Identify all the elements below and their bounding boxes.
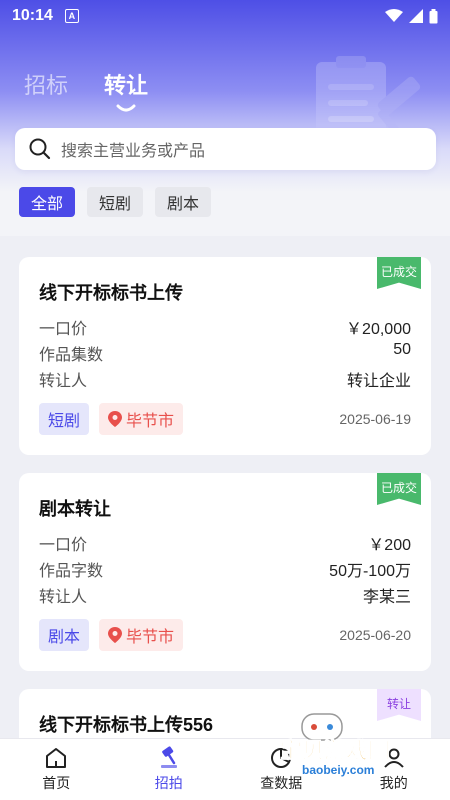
word-count-row: 作品字数 50万-100万 [39, 557, 411, 581]
row-key: 转让人 [39, 373, 88, 390]
search-bar[interactable]: 搜索主营业务或产品 [15, 128, 436, 170]
nav-label: 首页 [42, 775, 71, 791]
type-tag: 短剧 [39, 403, 90, 435]
active-tab-indicator [116, 104, 136, 112]
filter-all[interactable]: 全部 [19, 187, 76, 217]
row-key: 一口价 [39, 537, 88, 554]
location-pin-icon [108, 411, 123, 427]
card-tags: 剧本 毕节市 2025-06-20 [39, 619, 411, 651]
card-date: 2025-06-20 [339, 627, 411, 643]
row-value: ￥20,000 [346, 321, 411, 338]
card-date: 2025-06-19 [339, 411, 411, 427]
status-badge: 已成交 [377, 257, 421, 289]
location-tag: 毕节市 [99, 403, 184, 435]
filter-script[interactable]: 剧本 [155, 187, 212, 217]
row-value: 50万-100万 [329, 563, 411, 580]
card-title: 剧本转让 [39, 499, 111, 519]
watermark-logo: 宝贝游戏网 baobeiy.com [280, 713, 390, 777]
status-time: 10:14 [12, 7, 53, 24]
filter-chips: 全部 短剧 剧本 [19, 187, 212, 217]
row-key: 一口价 [39, 321, 88, 338]
search-icon [29, 138, 51, 160]
price-row: 一口价 ￥20,000 [39, 315, 411, 339]
gavel-icon [160, 746, 177, 768]
location-tag: 毕节市 [99, 619, 184, 651]
row-key: 作品集数 [39, 347, 104, 364]
nav-label: 招拍 [154, 775, 183, 791]
notification-icon: A [64, 9, 79, 23]
transferor-row: 转让人 李某三 [39, 583, 411, 607]
location-pin-icon [108, 627, 123, 643]
wifi-icon [385, 9, 403, 22]
tab-bidding[interactable]: 招标 [24, 68, 68, 110]
price-row: 一口价 ￥200 [39, 531, 411, 555]
tab-label: 招标 [24, 73, 69, 98]
card-tags: 短剧 毕节市 2025-06-19 [39, 403, 411, 435]
home-icon [46, 748, 67, 768]
type-tag: 剧本 [39, 619, 90, 651]
row-value: 50 [393, 341, 411, 358]
nav-auction[interactable]: 招拍 [113, 739, 226, 800]
listing-card[interactable]: 已成交 线下开标标书上传 一口价 ￥20,000 作品集数 50 转让人 转让企… [19, 257, 431, 455]
status-badge: 已成交 [377, 473, 421, 505]
episodes-row: 作品集数 50 [39, 341, 411, 365]
tab-label: 转让 [104, 73, 149, 98]
tab-transfer[interactable]: 转让 [104, 68, 149, 112]
filter-short-drama[interactable]: 短剧 [87, 187, 144, 217]
signal-icon [409, 9, 423, 23]
location-label: 毕节市 [126, 629, 175, 646]
row-key: 转让人 [39, 589, 88, 606]
battery-icon [429, 8, 438, 23]
row-value: 转让企业 [346, 373, 411, 390]
transferor-row: 转让人 转让企业 [39, 367, 411, 391]
nav-home[interactable]: 首页 [0, 739, 113, 800]
top-tabs: 招标 转让 [24, 68, 149, 112]
search-placeholder: 搜索主营业务或产品 [61, 143, 206, 160]
row-value: ￥200 [368, 537, 411, 554]
watermark-url: baobeiy.com [302, 763, 374, 777]
listing-card[interactable]: 已成交 剧本转让 一口价 ￥200 作品字数 50万-100万 转让人 李某三 … [19, 473, 431, 671]
card-title: 线下开标标书上传556 [39, 715, 214, 735]
watermark-title: 宝贝游戏网 [280, 738, 390, 763]
location-label: 毕节市 [126, 413, 175, 430]
row-value: 李某三 [362, 589, 411, 606]
row-key: 作品字数 [39, 563, 104, 580]
card-title: 线下开标标书上传 [39, 283, 183, 303]
status-bar: 10:14 A [0, 0, 450, 32]
